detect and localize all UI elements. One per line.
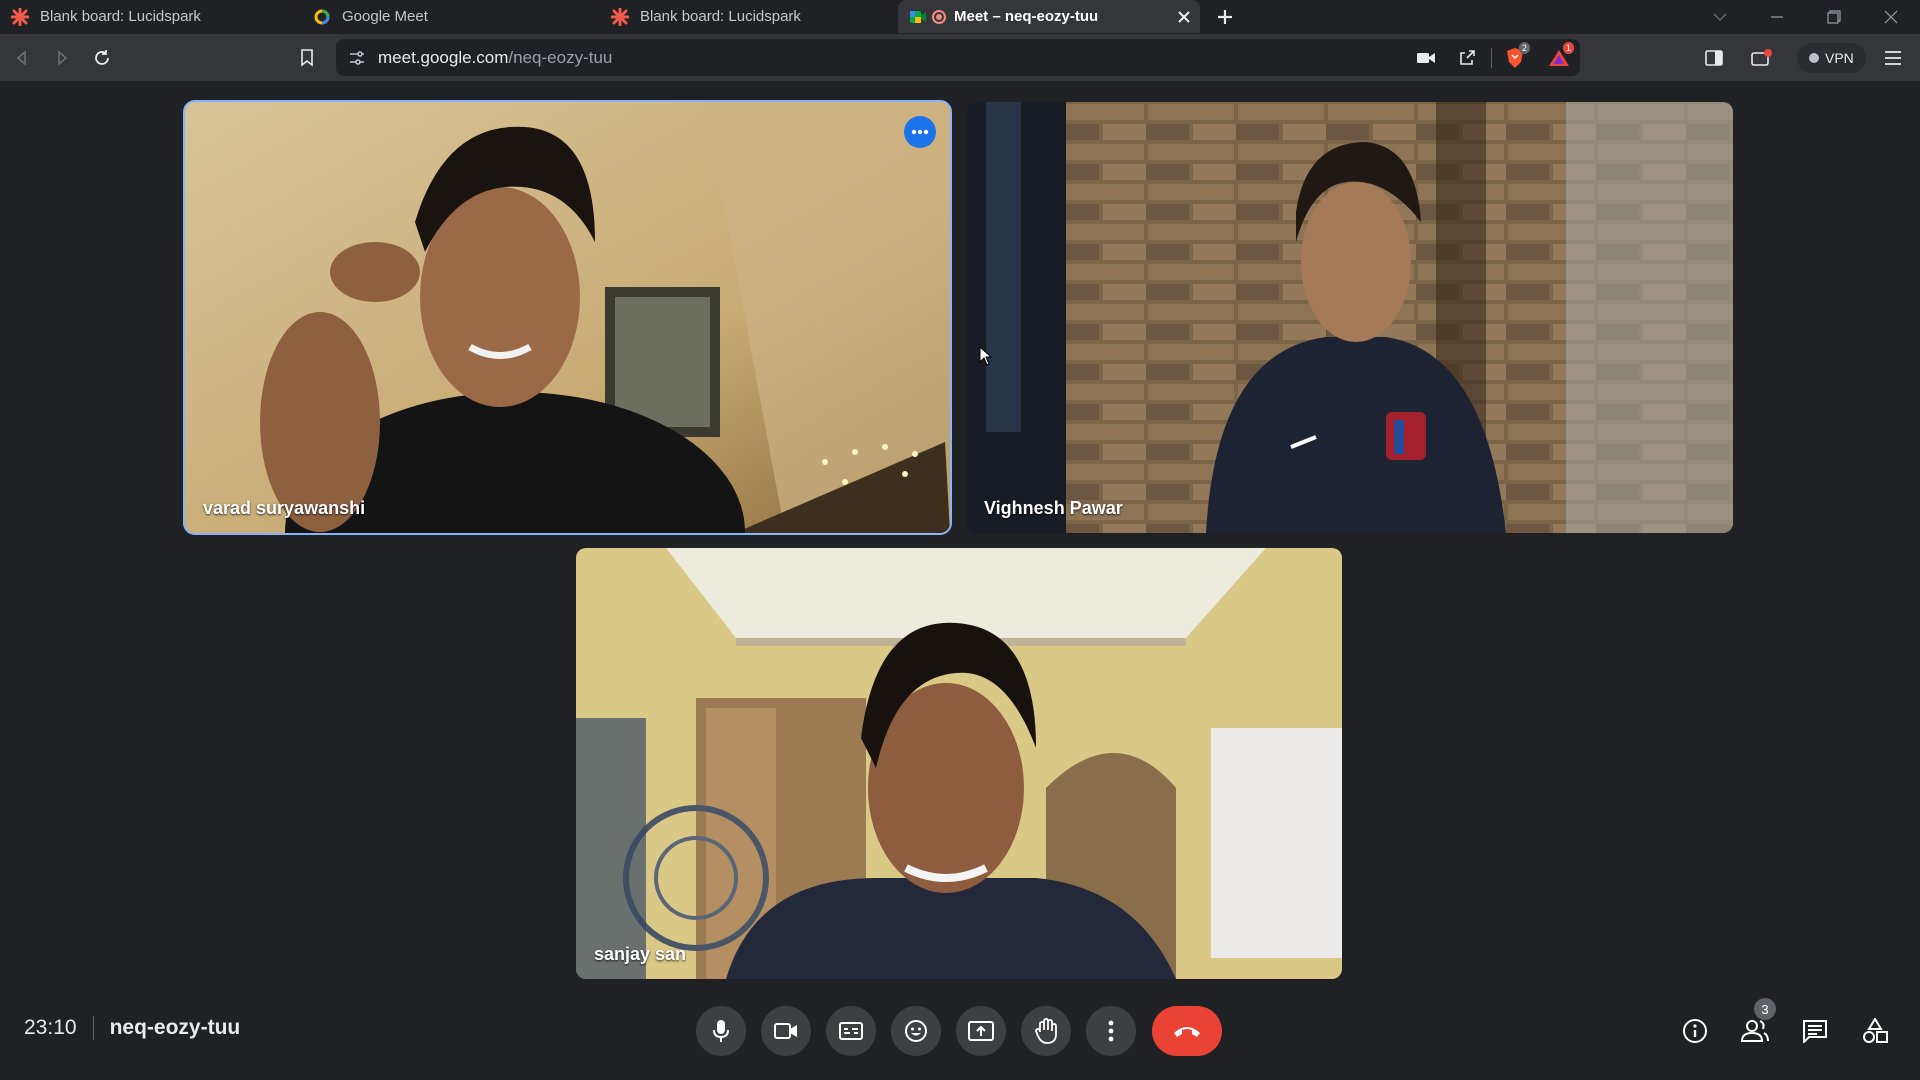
meet-stage: varad suryawanshi Vighnesh Pawar sanjay … bbox=[0, 81, 1920, 1080]
address-bar[interactable]: meet.google.com/neq-eozy-tuu 2 1 bbox=[336, 39, 1580, 76]
meeting-time: 23:10 bbox=[24, 1016, 77, 1039]
divider bbox=[92, 1016, 94, 1040]
tab-title: Blank board: Lucidspark bbox=[40, 8, 201, 25]
tab-title: Google Meet bbox=[342, 8, 428, 25]
lucidspark-icon bbox=[10, 7, 30, 27]
browser-toolbar: meet.google.com/neq-eozy-tuu 2 1 VPN bbox=[0, 34, 1920, 81]
raise-hand-icon bbox=[1035, 1018, 1057, 1044]
browser-tab-bar: Blank board: Lucidspark Google Meet Blan… bbox=[0, 0, 1920, 34]
closed-captions-icon bbox=[839, 1022, 863, 1040]
new-tab-button[interactable] bbox=[1212, 4, 1238, 30]
microphone-button[interactable] bbox=[696, 1006, 746, 1056]
raise-hand-button[interactable] bbox=[1021, 1006, 1071, 1056]
camera-in-use-icon[interactable] bbox=[1413, 45, 1439, 71]
participant-tile-vighnesh[interactable]: Vighnesh Pawar bbox=[966, 102, 1733, 533]
more-options-button[interactable] bbox=[1086, 1006, 1136, 1056]
people-button[interactable]: 3 bbox=[1732, 998, 1778, 1054]
reactions-button[interactable] bbox=[891, 1006, 941, 1056]
activities-button[interactable] bbox=[1852, 1008, 1898, 1054]
meeting-code: neq-eozy-tuu bbox=[109, 1016, 241, 1039]
brave-shields-icon[interactable]: 2 bbox=[1502, 42, 1530, 71]
google-meet-icon bbox=[312, 7, 332, 27]
url-path: /neq-eozy-tuu bbox=[508, 48, 613, 67]
reload-icon[interactable] bbox=[88, 44, 116, 72]
chat-icon bbox=[1803, 1020, 1827, 1043]
participant-video bbox=[576, 548, 1342, 979]
tab-search-chevron-icon[interactable] bbox=[1707, 4, 1733, 30]
tab-title: Meet – neq-eozy-tuu bbox=[954, 8, 1099, 25]
participant-name: Vighnesh Pawar bbox=[984, 498, 1123, 518]
participant-video bbox=[185, 102, 950, 533]
tab-google-meet[interactable]: Google Meet bbox=[302, 0, 598, 33]
lucidspark-icon bbox=[610, 7, 630, 27]
activities-icon bbox=[1863, 1018, 1888, 1043]
url-text[interactable]: meet.google.com/neq-eozy-tuu bbox=[378, 48, 612, 68]
alerts-badge: 1 bbox=[1562, 42, 1574, 54]
present-screen-icon bbox=[968, 1021, 994, 1041]
bookmark-icon[interactable] bbox=[293, 44, 321, 72]
google-meet-icon bbox=[908, 7, 928, 27]
forward-icon[interactable] bbox=[48, 44, 76, 72]
vpn-button[interactable]: VPN bbox=[1797, 43, 1866, 73]
present-screen-button[interactable] bbox=[956, 1006, 1006, 1056]
brave-rewards-icon[interactable]: 1 bbox=[1546, 42, 1574, 71]
microphone-icon bbox=[713, 1020, 729, 1042]
recording-icon bbox=[932, 9, 946, 24]
vpn-status-icon bbox=[1809, 53, 1819, 63]
url-host: meet.google.com bbox=[378, 48, 509, 67]
more-vert-icon bbox=[1108, 1020, 1114, 1042]
chat-button[interactable] bbox=[1792, 1008, 1838, 1054]
back-icon[interactable] bbox=[8, 44, 36, 72]
emoji-icon bbox=[905, 1020, 927, 1042]
info-icon bbox=[1683, 1019, 1707, 1043]
site-settings-icon[interactable] bbox=[344, 45, 370, 71]
restore-icon[interactable] bbox=[1821, 4, 1847, 30]
participant-name: varad suryawanshi bbox=[203, 498, 366, 518]
tab-lucidspark-1[interactable]: Blank board: Lucidspark bbox=[0, 0, 300, 33]
menu-icon[interactable] bbox=[1879, 44, 1907, 72]
divider bbox=[1491, 48, 1492, 68]
meeting-details-button[interactable] bbox=[1672, 1008, 1718, 1054]
tab-lucidspark-2[interactable]: Blank board: Lucidspark bbox=[600, 0, 896, 33]
captions-button[interactable] bbox=[826, 1006, 876, 1056]
participant-name: sanjay san bbox=[594, 944, 687, 964]
meet-control-bar: 23:10 neq-eozy-tuu 3 bbox=[0, 990, 1920, 1065]
tile-more-options-button[interactable] bbox=[904, 116, 936, 148]
participant-video bbox=[966, 102, 1733, 533]
meeting-details: 23:10 neq-eozy-tuu bbox=[24, 1016, 240, 1040]
tab-title: Blank board: Lucidspark bbox=[640, 8, 801, 25]
vpn-label: VPN bbox=[1825, 50, 1854, 66]
brave-wallet-icon[interactable] bbox=[1748, 44, 1776, 72]
participant-tile-varad[interactable]: varad suryawanshi bbox=[183, 100, 952, 535]
close-window-icon[interactable] bbox=[1878, 4, 1904, 30]
camera-button[interactable] bbox=[761, 1006, 811, 1056]
people-icon bbox=[1740, 1020, 1769, 1042]
participant-count-badge: 3 bbox=[1754, 998, 1776, 1020]
camera-icon bbox=[774, 1023, 797, 1039]
participant-tile-sanjay[interactable]: sanjay san bbox=[576, 548, 1342, 979]
hang-up-icon bbox=[1174, 1027, 1200, 1037]
close-tab-icon[interactable] bbox=[1174, 7, 1194, 27]
sidebar-toggle-icon[interactable] bbox=[1700, 44, 1728, 72]
mouse-cursor-icon bbox=[979, 346, 993, 366]
tab-meet-active[interactable]: Meet – neq-eozy-tuu bbox=[898, 0, 1200, 33]
share-icon[interactable] bbox=[1454, 45, 1480, 71]
brave-shields-badge: 2 bbox=[1518, 42, 1530, 54]
leave-call-button[interactable] bbox=[1152, 1006, 1222, 1056]
minimize-icon[interactable] bbox=[1764, 4, 1790, 30]
